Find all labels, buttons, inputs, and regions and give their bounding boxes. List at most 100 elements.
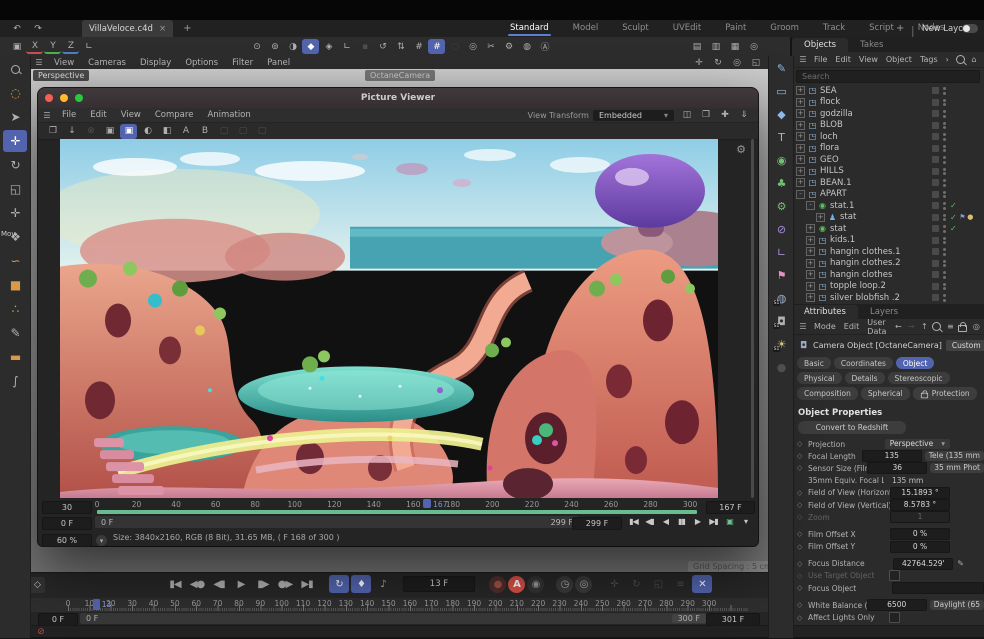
animatable-dot-icon[interactable]: ◇ [797,464,808,472]
sketch-spline-icon[interactable]: ∫ [3,370,27,392]
close-tab-icon[interactable]: × [159,24,166,34]
attribute-tab-protection[interactable]: Protection [913,387,977,400]
visibility-dots[interactable] [943,168,946,176]
object-tree-item[interactable]: +◳hangin clothes.1 [792,246,984,258]
home-icon[interactable]: ⌂ [967,54,980,66]
render-settings-overlay-icon[interactable]: ⚙ [732,142,749,157]
expand-icon[interactable]: + [806,224,815,233]
layer-chip[interactable] [932,283,939,290]
pv-menu-compare[interactable]: Compare [148,110,201,120]
workplane-icon[interactable]: ∟ [80,39,97,54]
expand-icon[interactable]: + [796,132,805,141]
preview-range-bar[interactable]: 0 F 300 F [80,613,712,624]
attribute-tab-object[interactable]: Object [896,357,934,369]
tab-takes[interactable]: Takes [848,38,895,52]
attribute-value-field[interactable]: 36 [867,462,927,474]
layer-chip[interactable] [932,248,939,255]
visibility-dots[interactable] [943,87,946,95]
pv-goto-end-button[interactable]: ▶▮ [706,515,721,528]
pv-zoom-dropdown-button[interactable]: ▾ [96,535,107,546]
visibility-dots[interactable] [943,202,946,210]
keyframe-presets-button[interactable]: ◎ [575,576,592,593]
object-tags[interactable]: ⚑● [960,213,984,221]
animatable-dot-icon[interactable]: ◇ [797,513,808,521]
pv-menu-animation[interactable]: Animation [200,110,257,120]
layout-tab-sculpt[interactable]: Sculpt [610,21,661,36]
expand-icon[interactable]: + [796,155,805,164]
save-image-icon[interactable]: ↓ [63,124,80,139]
erase-line-icon[interactable]: ▬ [3,346,27,368]
attribute-value-field[interactable]: 8.5783 ° [890,499,950,511]
animatable-dot-icon[interactable]: ◇ [797,614,808,622]
visibility-dots[interactable] [943,237,946,245]
attribute-value-field[interactable]: 1 [890,511,950,523]
object-tree-item[interactable]: +◳hangin clothes.2 [792,258,984,270]
object-tree-item[interactable]: +◳BLOB [792,120,984,132]
render-to-picture-viewer-icon[interactable]: ▥ [707,39,724,54]
link-images-icon[interactable]: ▢ [215,124,232,139]
visibility-dots[interactable] [943,248,946,256]
objects-menu-edit[interactable]: Edit [831,55,855,64]
camera-object-icon[interactable]: ◘S1 [771,311,791,332]
clone-tool-icon[interactable]: ∴ [3,298,27,320]
keyframe-selection-button[interactable]: ◷ [556,576,573,593]
tab-objects[interactable]: Objects [792,38,848,52]
layer-chip[interactable] [932,260,939,267]
pv-menu-view[interactable]: View [114,110,148,120]
object-tree-item[interactable]: +◳flock [792,97,984,109]
texture-mode-icon[interactable]: ◈ [320,39,337,54]
expand-icon[interactable]: + [796,109,805,118]
y-axis-lock[interactable]: Y [44,39,61,54]
axis-mode-icon[interactable]: ∟ [338,39,355,54]
selection-mode-icon[interactable]: ⊚ [266,39,283,54]
pv-preview-range-bar[interactable]: 0 F 299 F [95,516,579,528]
add-layout-button[interactable]: + [896,23,904,34]
attribute-value-field[interactable]: 6500 [867,599,927,611]
layer-chip[interactable] [932,156,939,163]
goto-end-button[interactable]: ▶▮ [297,575,317,593]
move-tool-icon[interactable]: ✛ [3,130,27,152]
prev-key-button[interactable]: ◀● [187,575,207,593]
object-tree-item[interactable]: -◉stat.1✓ [792,200,984,212]
zoom-view-icon[interactable]: ◎ [728,55,745,70]
visibility-dots[interactable] [943,283,946,291]
animatable-dot-icon[interactable]: ◇ [797,501,808,509]
pv-menu-file[interactable]: File [55,110,83,120]
layout-tab-model[interactable]: Model [561,21,611,36]
visibility-dots[interactable] [943,122,946,130]
object-tree-item[interactable]: +◳topple loop.2 [792,281,984,293]
object-tree-item[interactable]: +◳HILLS [792,166,984,178]
visibility-dots[interactable] [943,133,946,141]
visibility-dots[interactable] [943,294,946,302]
layout-tab-uvedit[interactable]: UVEdit [661,21,714,36]
visibility-dots[interactable] [943,225,946,233]
layer-chip[interactable] [932,191,939,198]
layer-chip[interactable] [932,87,939,94]
record-position-toggle[interactable]: ✛ [604,575,624,593]
attribute-tab-composition[interactable]: Composition [797,387,858,400]
pv-play-reverse-button[interactable]: ◀ [658,515,673,528]
expand-icon[interactable]: + [796,167,805,176]
animatable-dot-icon[interactable]: ◇ [797,560,808,568]
timeline-ruler[interactable]: 0102030405060708090100110120130140150160… [0,598,768,612]
search-icon[interactable] [930,321,943,333]
field-icon[interactable]: ⊘ [771,219,791,240]
snap-off-icon[interactable]: ◌ [446,39,463,54]
light-object-icon[interactable]: ☀S1 [771,334,791,355]
viewport-menu-filter[interactable]: Filter [225,58,260,68]
object-tree-item[interactable]: +◳BEAN.1 [792,177,984,189]
open-folder-icon[interactable]: ❐ [44,124,61,139]
subdivision-surface-icon[interactable]: ◉ [771,150,791,171]
next-key-button[interactable]: ●▶ [275,575,295,593]
expand-icon[interactable]: + [796,98,805,107]
attribute-value-field[interactable]: 135 [862,450,922,462]
keyframe-diamond-icon[interactable]: ◇ [29,577,45,593]
animatable-dot-icon[interactable]: ◇ [797,452,808,460]
layout-tab-paint[interactable]: Paint [713,21,758,36]
record-scale-toggle[interactable]: ◱ [648,575,668,593]
enabled-check-icon[interactable]: ✓ [950,201,960,210]
image-scrollbar[interactable] [751,139,754,498]
sky-object-icon[interactable]: ◍S1 [771,288,791,309]
expand-icon[interactable]: + [806,247,815,256]
x-axis-lock[interactable]: X [26,39,43,54]
